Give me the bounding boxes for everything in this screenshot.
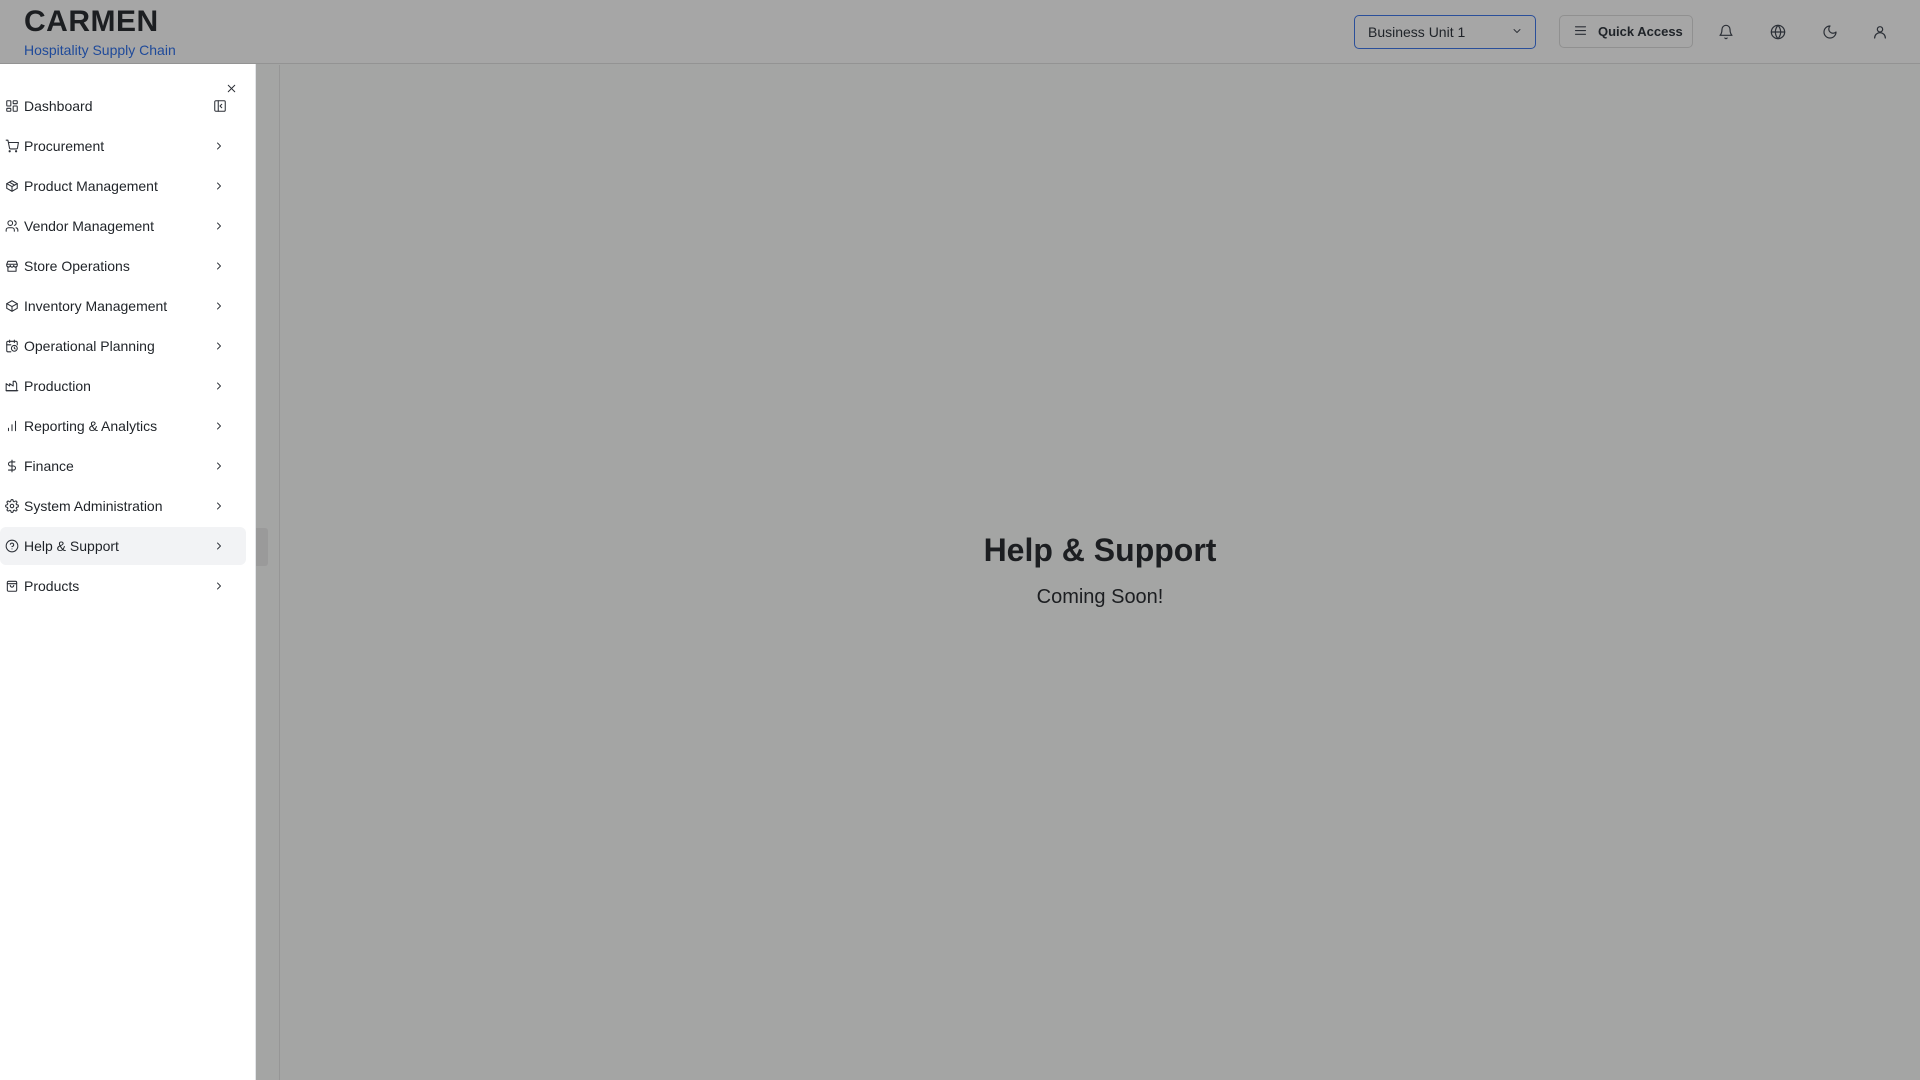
bell-icon[interactable] bbox=[1714, 20, 1738, 44]
sidebar-item-vendor-management[interactable]: Vendor Management bbox=[0, 207, 246, 245]
sidebar-nav: Dashboard Procurement Product Management bbox=[0, 87, 246, 607]
sidebar-item-dashboard[interactable]: Dashboard bbox=[0, 87, 246, 125]
chevron-right-icon bbox=[212, 259, 226, 273]
chevron-right-icon bbox=[212, 299, 226, 313]
sidebar-item-help-support[interactable]: Help & Support bbox=[0, 527, 246, 565]
chevron-right-icon bbox=[212, 419, 226, 433]
sidebar-item-system-administration[interactable]: System Administration bbox=[0, 487, 246, 525]
sidebar-resize-handle[interactable] bbox=[256, 528, 268, 566]
help-circle-icon bbox=[5, 539, 19, 553]
users-icon bbox=[5, 219, 19, 233]
chevron-down-icon bbox=[1511, 24, 1523, 40]
user-icon[interactable] bbox=[1868, 20, 1892, 44]
sidebar-item-product-management[interactable]: Product Management bbox=[0, 167, 246, 205]
brand-subtitle: Hospitality Supply Chain bbox=[24, 42, 176, 58]
sidebar: Dashboard Procurement Product Management bbox=[0, 64, 256, 1080]
content-gutter bbox=[256, 65, 280, 1080]
brand-title: CARMEN bbox=[24, 5, 159, 38]
cart-icon bbox=[5, 139, 19, 153]
quick-access-button[interactable]: Quick Access bbox=[1559, 15, 1693, 48]
calendar-clock-icon bbox=[5, 339, 19, 353]
brand[interactable]: CARMEN Hospitality Supply Chain bbox=[24, 5, 176, 59]
sidebar-item-operational-planning[interactable]: Operational Planning bbox=[0, 327, 246, 365]
sidebar-item-store-operations[interactable]: Store Operations bbox=[0, 247, 246, 285]
sidebar-item-finance[interactable]: Finance bbox=[0, 447, 246, 485]
chevron-right-icon bbox=[212, 579, 226, 593]
sidebar-item-inventory-management[interactable]: Inventory Management bbox=[0, 287, 246, 325]
store-icon bbox=[5, 259, 19, 273]
coming-soon-text: Coming Soon! bbox=[1036, 586, 1164, 608]
gear-icon bbox=[5, 499, 19, 513]
chevron-right-icon bbox=[212, 339, 226, 353]
chevron-right-icon bbox=[212, 179, 226, 193]
page-title: Help & Support bbox=[983, 532, 1217, 568]
factory-icon bbox=[5, 379, 19, 393]
sidebar-item-products[interactable]: Products bbox=[0, 567, 246, 605]
chevron-right-icon bbox=[212, 219, 226, 233]
sidebar-item-procurement[interactable]: Procurement bbox=[0, 127, 246, 165]
chevron-right-icon bbox=[212, 379, 226, 393]
coming-soon-panel: Help & Support Coming Soon! bbox=[280, 530, 1920, 609]
chevron-right-icon bbox=[212, 459, 226, 473]
moon-icon[interactable] bbox=[1818, 20, 1842, 44]
business-unit-value: Business Unit 1 bbox=[1368, 24, 1466, 40]
globe-icon[interactable] bbox=[1766, 20, 1790, 44]
top-header: CARMEN Hospitality Supply Chain Business… bbox=[0, 0, 1920, 64]
business-unit-select[interactable]: Business Unit 1 bbox=[1354, 15, 1536, 49]
sidebar-item-reporting-analytics[interactable]: Reporting & Analytics bbox=[0, 407, 246, 445]
dollar-icon bbox=[5, 459, 19, 473]
chevron-right-icon bbox=[212, 539, 226, 553]
dashboard-icon bbox=[5, 99, 19, 113]
menu-icon bbox=[1573, 23, 1588, 41]
package-icon bbox=[5, 179, 19, 193]
bar-chart-icon bbox=[5, 419, 19, 433]
box-icon bbox=[5, 299, 19, 313]
quick-access-label: Quick Access bbox=[1598, 24, 1683, 39]
sidebar-item-production[interactable]: Production bbox=[0, 367, 246, 405]
chevron-right-icon bbox=[212, 499, 226, 513]
panel-left-icon[interactable] bbox=[212, 98, 228, 114]
shopping-bag-icon bbox=[5, 579, 19, 593]
chevron-right-icon bbox=[212, 139, 226, 153]
